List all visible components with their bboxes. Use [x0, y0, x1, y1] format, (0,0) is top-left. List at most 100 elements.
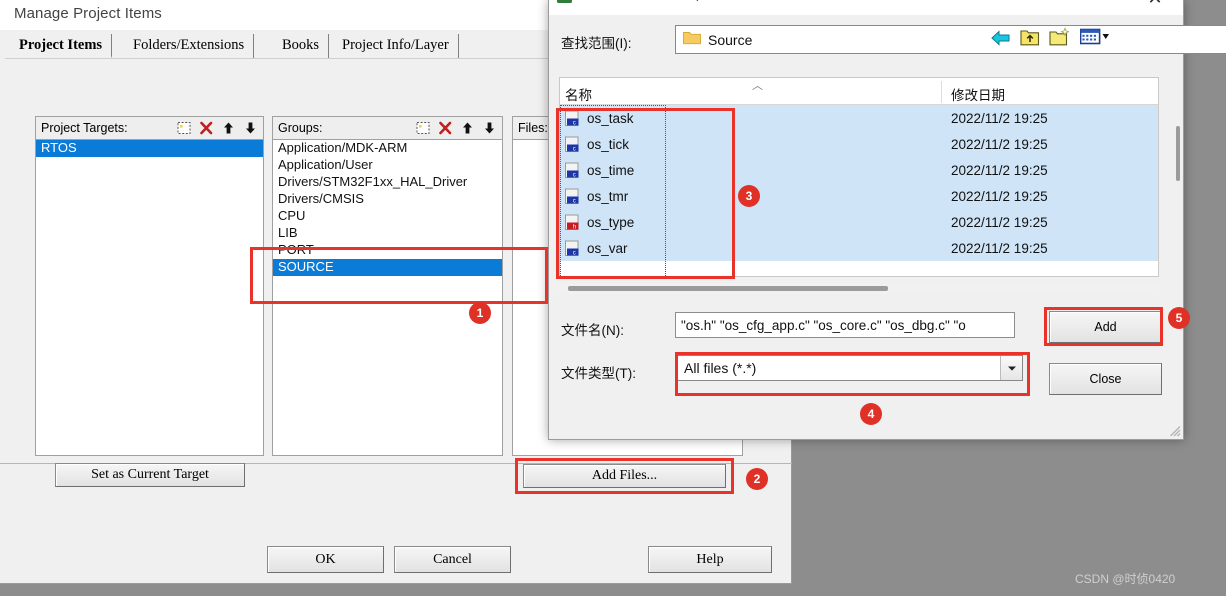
file-date: 2022/11/2 19:25 [951, 162, 1048, 178]
annotation-badge-1: 1 [469, 302, 491, 324]
groups-list[interactable]: Application/MDK-ARM Application/User Dri… [272, 140, 503, 456]
list-item[interactable]: Application/MDK-ARM [273, 140, 502, 157]
file-list-vertical-scrollbar[interactable] [1176, 126, 1180, 181]
move-down-icon[interactable] [478, 118, 500, 138]
file-name-label: 文件名(N): [561, 323, 624, 338]
list-item[interactable]: Application/User [273, 157, 502, 174]
help-button[interactable]: Help [648, 546, 772, 573]
svg-text:c: c [573, 120, 576, 126]
add-files-titlebar [549, 0, 1183, 15]
file-list-row[interactable]: c os_var 2022/11/2 19:25 [560, 235, 1158, 261]
watermark: CSDN @时侦0420 [1075, 572, 1176, 586]
h-header-file-icon: h [564, 214, 581, 231]
c-source-file-icon: c [564, 110, 581, 127]
project-targets-label: Project Targets: [41, 121, 128, 135]
delete-icon[interactable] [434, 118, 456, 138]
svg-text:c: c [573, 172, 576, 178]
file-type-combobox[interactable]: All files (*.*) [677, 355, 1023, 381]
file-type-value: All files (*.*) [684, 360, 757, 376]
file-name: os_type [587, 214, 635, 230]
column-divider [941, 81, 942, 103]
annotation-badge-5: 5 [1168, 307, 1190, 329]
add-files-dialog: Add Files to Group 'SOURCE' ✕ 查找范围(I): S… [548, 0, 1226, 440]
new-item-icon[interactable] [412, 118, 434, 138]
list-item[interactable]: LIB [273, 225, 502, 242]
delete-icon[interactable] [195, 118, 217, 138]
list-item[interactable]: RTOS [36, 140, 263, 157]
chevron-down-icon[interactable] [1000, 356, 1022, 380]
add-files-button[interactable]: Add Files... [523, 464, 726, 488]
file-name: os_time [587, 162, 635, 178]
list-item[interactable]: Drivers/CMSIS [273, 191, 502, 208]
look-in-label: 查找范围(I): [561, 36, 632, 51]
column-header-name[interactable]: 名称 [565, 84, 592, 104]
page-title: Manage Project Items [14, 5, 162, 22]
annotation-badge-3: 3 [738, 185, 760, 207]
up-folder-icon[interactable] [1020, 28, 1040, 52]
cancel-button[interactable]: Cancel [394, 546, 511, 573]
project-targets-list[interactable]: RTOS [35, 140, 264, 456]
move-up-icon[interactable] [456, 118, 478, 138]
c-source-file-icon: c [564, 136, 581, 153]
file-date: 2022/11/2 19:25 [951, 110, 1048, 126]
move-down-icon[interactable] [239, 118, 261, 138]
file-list[interactable]: 名称 ︿ 修改日期 c os_task 2022/11/2 19:25 c os… [559, 77, 1159, 277]
groups-toolbar [412, 118, 502, 138]
new-item-icon[interactable] [173, 118, 195, 138]
list-item[interactable]: Drivers/STM32F1xx_HAL_Driver [273, 174, 502, 191]
file-name: os_tick [587, 136, 630, 152]
column-header-date[interactable]: 修改日期 [951, 84, 1005, 104]
list-item[interactable]: PORT [273, 242, 502, 259]
file-list-row[interactable]: c os_tmr 2022/11/2 19:25 [560, 183, 1158, 209]
add-button[interactable]: Add [1049, 311, 1162, 343]
move-up-icon[interactable] [217, 118, 239, 138]
files-label: Files: [518, 121, 548, 135]
project-targets-toolbar [173, 118, 263, 138]
sort-ascending-icon: ︿ [752, 80, 763, 92]
svg-text:c: c [573, 146, 576, 152]
desktop-background-bottom [0, 582, 1226, 596]
resize-grip[interactable] [1168, 424, 1181, 437]
set-as-current-target-button[interactable]: Set as Current Target [55, 463, 245, 487]
svg-text:c: c [573, 250, 576, 256]
file-name: os_tmr [587, 188, 629, 204]
svg-text:h: h [573, 224, 576, 230]
file-date: 2022/11/2 19:25 [951, 136, 1048, 152]
file-name: os_task [587, 110, 634, 126]
c-source-file-icon: c [564, 240, 581, 257]
tab-folders-extensions[interactable]: Folders/Extensions [124, 34, 255, 58]
file-name: os_var [587, 240, 628, 256]
back-arrow-icon[interactable] [990, 29, 1012, 52]
svg-text:c: c [573, 198, 576, 204]
c-source-file-icon: c [564, 188, 581, 205]
file-type-label: 文件类型(T): [561, 366, 636, 381]
look-in-combobox[interactable]: Source [675, 25, 1226, 54]
file-list-horizontal-scrollbar[interactable] [559, 283, 1159, 294]
add-files-dialog-title: Add Files to Group 'SOURCE' [579, 0, 778, 2]
file-list-row[interactable]: h os_type 2022/11/2 19:25 [560, 209, 1158, 235]
file-date: 2022/11/2 19:25 [951, 214, 1048, 230]
tab-books[interactable]: Books [273, 34, 330, 58]
look-in-value: Source [708, 31, 753, 48]
file-list-row[interactable]: c os_task 2022/11/2 19:25 [560, 105, 1158, 131]
tab-project-items[interactable]: Project Items [10, 34, 113, 58]
groups-header: Groups: [272, 116, 503, 140]
list-item[interactable]: CPU [273, 208, 502, 225]
folder-icon [683, 30, 701, 50]
file-list-header: 名称 ︿ 修改日期 [560, 78, 1158, 105]
close-button[interactable]: Close [1049, 363, 1162, 395]
list-item[interactable]: SOURCE [273, 259, 502, 276]
keil-app-icon [557, 0, 573, 4]
close-icon[interactable]: ✕ [1135, 0, 1175, 11]
tab-project-info-layer[interactable]: Project Info/Layer [333, 34, 459, 58]
file-name-input[interactable]: "os.h" "os_cfg_app.c" "os_core.c" "os_db… [675, 312, 1015, 338]
file-list-row[interactable]: c os_tick 2022/11/2 19:25 [560, 131, 1158, 157]
screen: Manage Project Items Project Items Folde… [0, 0, 1226, 596]
file-list-row[interactable]: c os_time 2022/11/2 19:25 [560, 157, 1158, 183]
annotation-badge-4: 4 [860, 403, 882, 425]
new-folder-icon[interactable] [1049, 27, 1071, 52]
file-date: 2022/11/2 19:25 [951, 188, 1048, 204]
ok-button[interactable]: OK [267, 546, 384, 573]
view-mode-icon[interactable] [1079, 28, 1110, 51]
c-source-file-icon: c [564, 162, 581, 179]
